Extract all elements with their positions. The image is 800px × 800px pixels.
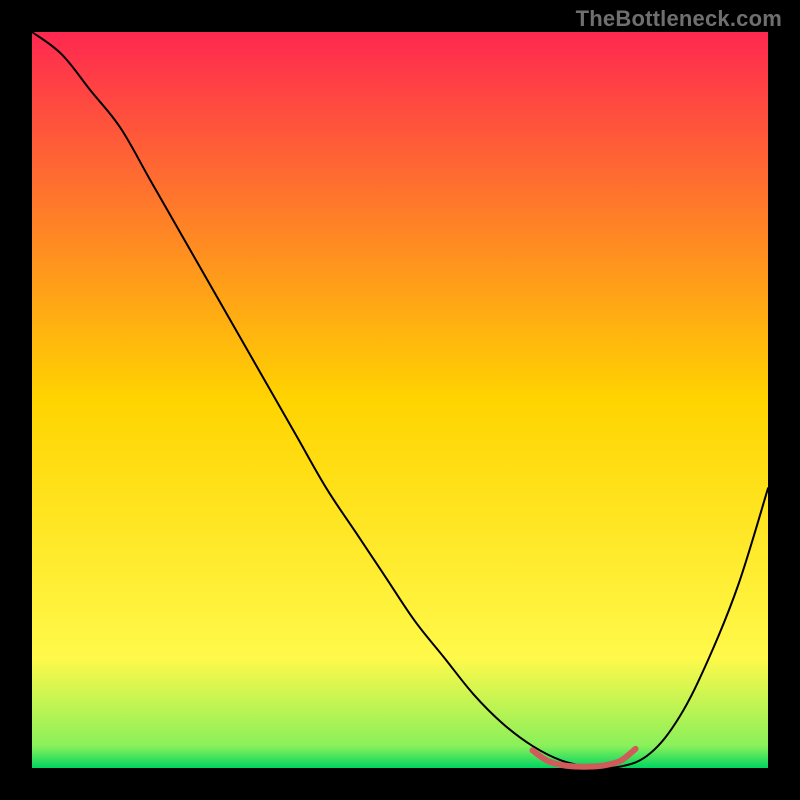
watermark-text: TheBottleneck.com [576, 6, 782, 32]
chart-frame: TheBottleneck.com [0, 0, 800, 800]
bottleneck-plot [0, 0, 800, 800]
plot-background [32, 32, 768, 768]
